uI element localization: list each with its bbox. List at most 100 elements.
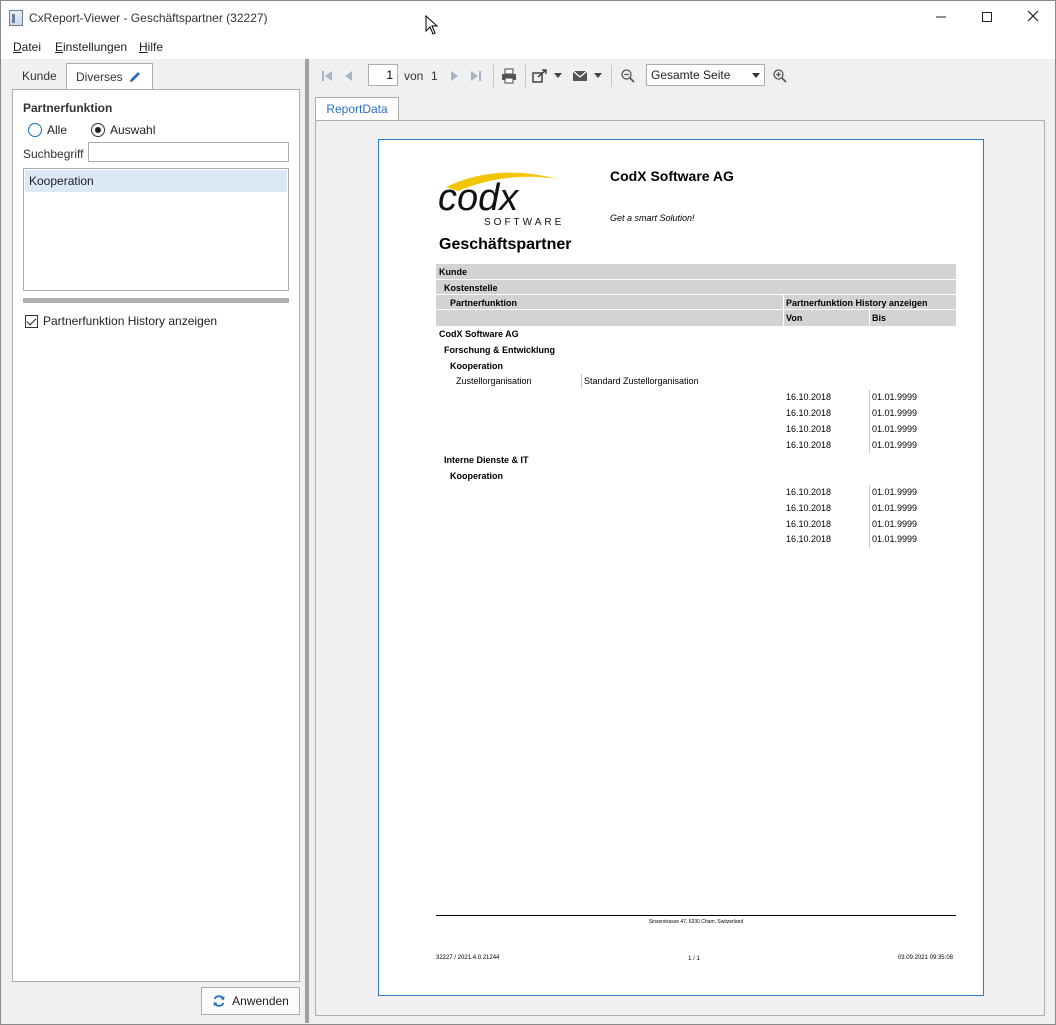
radio-auswahl-label: Auswahl (110, 123, 156, 137)
menu-datei[interactable]: Datei (13, 40, 41, 54)
apply-button[interactable]: Anwenden (201, 987, 300, 1015)
email-dropdown[interactable] (593, 67, 603, 85)
header-history: Partnerfunktion History anzeigen (786, 298, 928, 308)
maximize-button[interactable] (964, 1, 1010, 35)
row-customer: CodX Software AG (439, 329, 519, 339)
export-button[interactable] (531, 67, 549, 85)
zoom-select[interactable]: Gesamte Seite (646, 64, 765, 86)
radio-alle-label: Alle (47, 123, 68, 137)
toolbar-separator (493, 65, 494, 87)
radio-alle[interactable]: Alle (28, 122, 67, 138)
print-button[interactable] (500, 67, 518, 85)
header-divider (436, 309, 956, 310)
header-von: Von (786, 313, 803, 323)
partnerfunktion-list[interactable]: Kooperation (23, 168, 289, 291)
menu-datei-mnemonic: D (13, 40, 22, 54)
list-splitter[interactable] (23, 298, 289, 303)
row-von: 16.10.2018 (786, 392, 832, 402)
history-checkbox[interactable]: Partnerfunktion History anzeigen (25, 314, 217, 328)
tab-reportdata-label: ReportData (326, 102, 388, 116)
zoom-select-value: Gesamte Seite (651, 68, 731, 82)
row-bis: 01.01.9999 (872, 440, 918, 450)
footer-page-number: 1 / 1 (688, 956, 700, 962)
company-slogan: Get a smart Solution! (610, 213, 695, 223)
first-page-button[interactable] (319, 67, 335, 85)
header-kunde: Kunde (439, 267, 467, 277)
report-viewer[interactable]: codx SOFTWARE CodX Software AG Get a sma… (315, 120, 1045, 1016)
tab-kunde-label: Kunde (22, 69, 57, 83)
row-group-name: Forschung & Entwicklung (444, 345, 556, 355)
row-von: 16.10.2018 (786, 487, 832, 497)
row-von: 16.10.2018 (786, 424, 832, 434)
row-group-name: Interne Dienste & IT (444, 455, 529, 465)
previous-page-button[interactable] (341, 67, 357, 85)
export-icon (532, 69, 547, 83)
pencil-icon (130, 72, 140, 82)
footer-report-id: 32227 / 2021.4.0.21244 (436, 955, 500, 961)
app-icon (9, 10, 23, 26)
report-toolbar: von 1 Gesamte Seite (313, 63, 1053, 89)
window-title: CxReport-Viewer - Geschäftspartner (3222… (29, 11, 268, 25)
apply-button-label: Anwenden (232, 994, 289, 1008)
row-divider (869, 485, 870, 548)
logo-text: codx (438, 177, 520, 219)
zoom-out-button[interactable] (619, 67, 637, 85)
filter-panel: Partnerfunktion Alle Auswahl Suchbegriff… (12, 89, 300, 982)
page-number-input[interactable] (368, 64, 398, 86)
search-label: Suchbegriff (23, 147, 84, 161)
minimize-icon (936, 16, 946, 18)
email-button[interactable] (571, 67, 589, 85)
row-bis: 01.01.9999 (872, 519, 918, 529)
next-page-button[interactable] (446, 67, 462, 85)
row-function: Kooperation (450, 471, 503, 481)
menu-einstellungen-label: instellungen (63, 40, 128, 54)
tab-diverses-label: Diverses (76, 70, 123, 84)
export-dropdown[interactable] (553, 67, 563, 85)
panel-splitter[interactable] (305, 59, 309, 1023)
header-bis: Bis (872, 313, 887, 323)
tab-kunde[interactable]: Kunde (13, 63, 66, 90)
menu-bar: Datei Einstellungen Hilfe (1, 35, 1055, 59)
mail-icon (572, 70, 588, 81)
row-bis: 01.01.9999 (872, 503, 918, 513)
menu-einstellungen-mnemonic: E (55, 40, 64, 54)
page-of-label: von (404, 69, 424, 83)
menu-hilfe-label: ilfe (147, 40, 164, 54)
row-bis: 01.01.9999 (872, 424, 918, 434)
logo-subtext: SOFTWARE (484, 217, 564, 227)
menu-einstellungen[interactable]: Einstellungen (55, 40, 127, 54)
close-button[interactable] (1010, 1, 1056, 35)
search-input[interactable] (88, 142, 289, 162)
header-divider (436, 294, 956, 295)
close-icon (1027, 10, 1039, 22)
first-page-icon (322, 71, 332, 81)
menu-hilfe-mnemonic: H (139, 40, 148, 54)
next-page-icon (451, 71, 458, 81)
refresh-icon (213, 995, 225, 1007)
tab-diverses[interactable]: Diverses (66, 63, 153, 90)
row-bis: 01.01.9999 (872, 534, 918, 544)
radio-auswahl[interactable]: Auswahl (91, 122, 155, 138)
row-function: Kooperation (450, 361, 503, 371)
footer-timestamp: 03.09.2021 09:35:08 (897, 955, 953, 961)
maximize-icon (982, 12, 992, 22)
row-von: 16.10.2018 (786, 440, 832, 450)
tab-reportdata[interactable]: ReportData (315, 97, 399, 121)
previous-page-icon (345, 71, 352, 81)
report-grid-header: Kunde Kostenstelle Partnerfunktion Partn… (436, 264, 956, 326)
menu-datei-label: atei (21, 40, 42, 54)
last-page-button[interactable] (468, 67, 484, 85)
footer-rule (436, 915, 956, 916)
minimize-button[interactable] (918, 1, 964, 35)
header-divider (869, 310, 870, 326)
row-divider (869, 390, 870, 453)
row-detail-label: Zustellorganisation (456, 376, 532, 386)
row-bis: 01.01.9999 (872, 392, 918, 402)
last-page-icon (471, 71, 481, 81)
toolbar-separator (525, 65, 526, 87)
menu-hilfe[interactable]: Hilfe (139, 40, 163, 54)
zoom-in-button[interactable] (771, 67, 789, 85)
radio-auswahl-circle (91, 123, 105, 137)
chevron-down-icon (554, 73, 562, 78)
list-item[interactable]: Kooperation (25, 170, 287, 192)
